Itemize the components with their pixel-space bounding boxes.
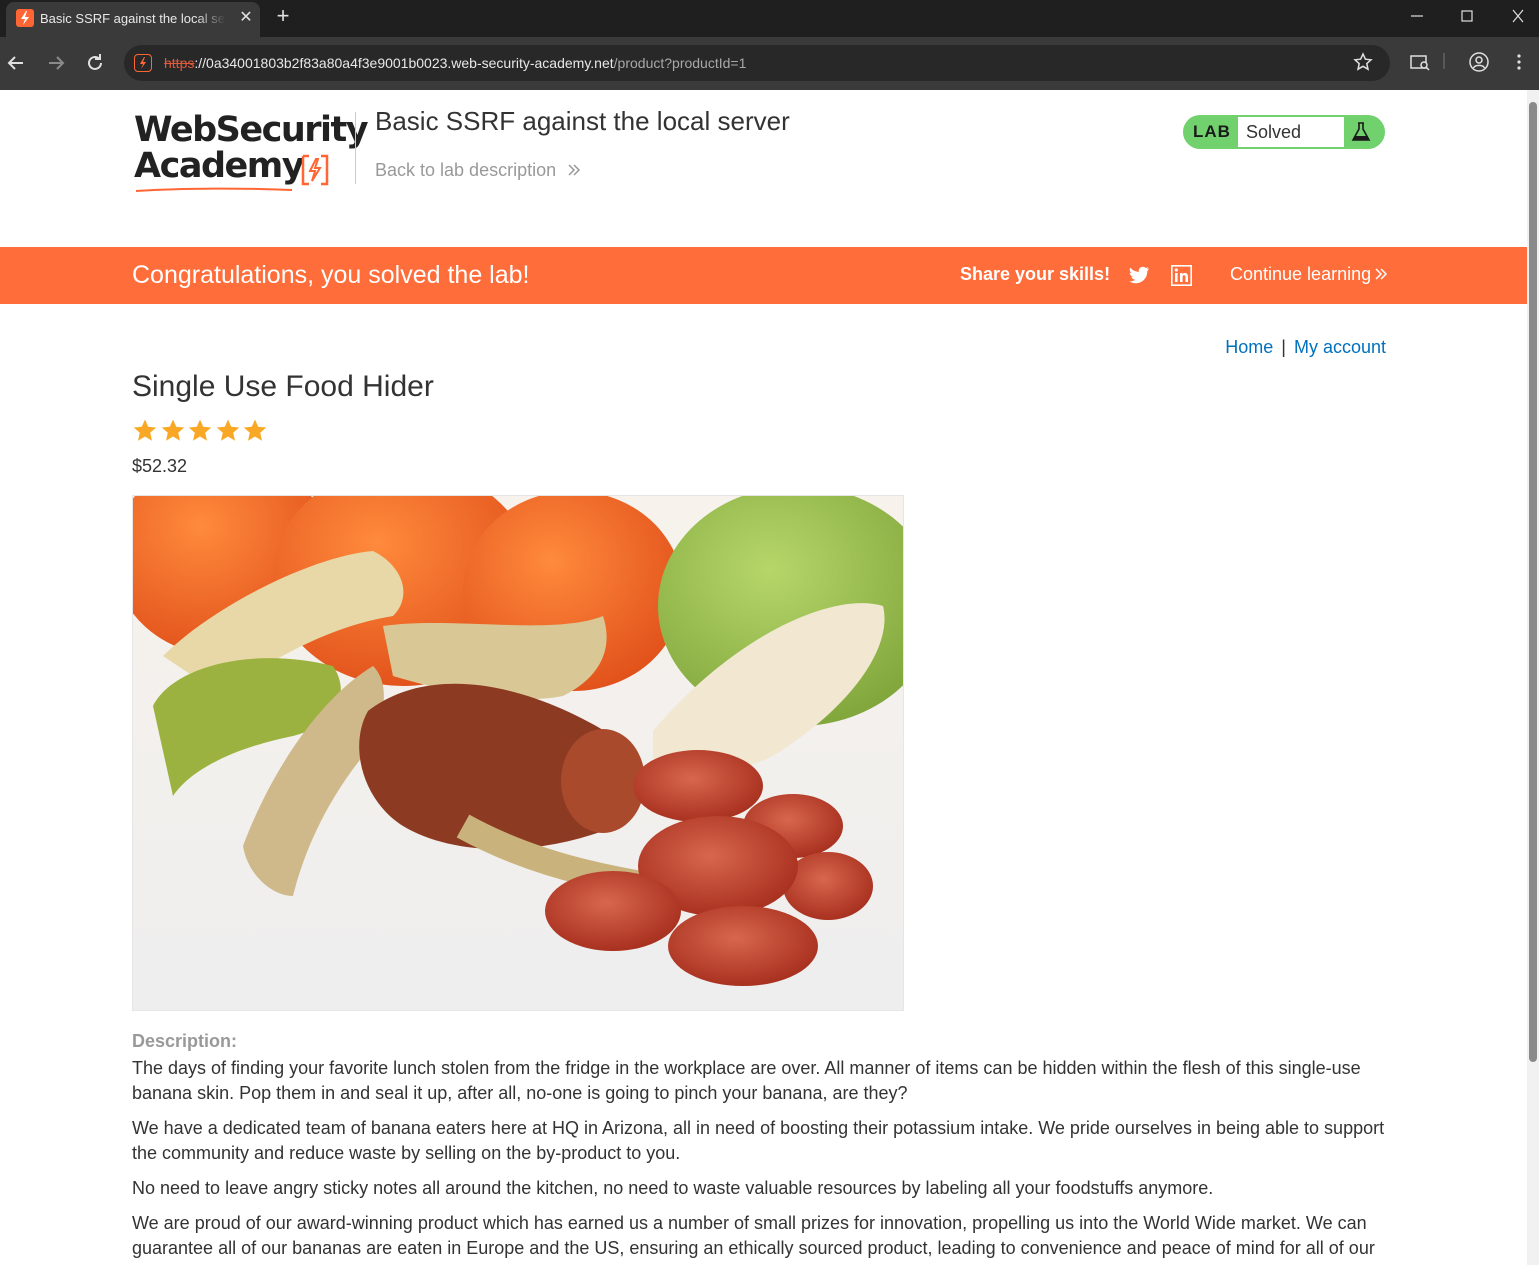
- tab-close-icon[interactable]: ✕: [236, 8, 256, 28]
- solved-banner: Congratulations, you solved the lab! Sha…: [0, 247, 1527, 304]
- url-host: ://0a34001803b2f83a80a4f3e9001b0023.web-…: [194, 55, 614, 71]
- description-label: Description:: [132, 1031, 238, 1051]
- reload-icon[interactable]: [83, 51, 107, 75]
- forward-arrow-icon[interactable]: [44, 51, 68, 75]
- web-security-academy-favicon-icon: [16, 9, 34, 27]
- new-tab-button[interactable]: +: [272, 5, 294, 27]
- close-window-icon[interactable]: [1503, 6, 1533, 26]
- url-text[interactable]: https://0a34001803b2f83a80a4f3e9001b0023…: [164, 55, 746, 71]
- logo-bolt-icon: [301, 154, 329, 186]
- address-bar[interactable]: https://0a34001803b2f83a80a4f3e9001b0023…: [124, 45, 1390, 81]
- browser-tab[interactable]: Basic SSRF against the local server ✕: [6, 2, 260, 37]
- top-nav: Home | My account: [1225, 337, 1386, 358]
- congratulations-message: Congratulations, you solved the lab!: [132, 261, 530, 289]
- product-photo: [133, 496, 903, 1010]
- logo-line-1: WebSecurity: [134, 110, 369, 150]
- profile-icon[interactable]: [1467, 51, 1491, 75]
- nav-separator: |: [1281, 337, 1286, 357]
- continue-learning-link[interactable]: Continue learning: [1230, 264, 1388, 285]
- minimize-window-icon[interactable]: [1402, 6, 1432, 26]
- tab-title: Basic SSRF against the local server: [40, 11, 226, 29]
- maximize-window-icon[interactable]: [1452, 6, 1482, 26]
- page-scrollbar[interactable]: [1527, 90, 1539, 1265]
- star-icon: [133, 419, 157, 441]
- back-link-label: Back to lab description: [375, 160, 557, 180]
- back-arrow-icon[interactable]: [4, 51, 28, 75]
- browser-toolbar: https://0a34001803b2f83a80a4f3e9001b0023…: [0, 37, 1539, 90]
- back-to-lab-description-link[interactable]: Back to lab description: [375, 160, 581, 181]
- browser-menu-icon[interactable]: [1507, 51, 1531, 75]
- lab-status-text: Solved: [1238, 117, 1344, 147]
- toolbar-divider: [1438, 51, 1450, 75]
- description-paragraph: No need to leave angry sticky notes all …: [132, 1178, 1214, 1198]
- star-icon: [161, 419, 184, 441]
- logo-line-2-text: Academy: [134, 146, 305, 186]
- continue-learning-label: Continue learning: [1230, 264, 1372, 284]
- star-icon: [216, 419, 239, 441]
- star-rating: [132, 418, 270, 444]
- description-paragraph: We have a dedicated team of banana eater…: [132, 1118, 1385, 1163]
- description-paragraph: The days of finding your favorite lunch …: [132, 1058, 1361, 1103]
- bookmark-star-icon[interactable]: [1352, 52, 1374, 74]
- product-price: $52.32: [132, 456, 188, 476]
- lab-status-badge: LAB Solved: [1183, 115, 1385, 149]
- linkedin-icon[interactable]: [1171, 265, 1192, 286]
- product-image: [132, 495, 904, 1011]
- url-scheme: https: [164, 55, 195, 71]
- star-icon: [188, 419, 212, 441]
- description-paragraph: We are proud of our award-winning produc…: [132, 1213, 1375, 1258]
- product-description: The days of finding your favorite lunch …: [132, 1056, 1392, 1265]
- flask-icon: [1351, 122, 1371, 141]
- tab-search-icon[interactable]: [1408, 51, 1432, 75]
- home-link[interactable]: Home: [1225, 337, 1273, 357]
- lab-badge-label: LAB: [1193, 122, 1231, 141]
- browser-tab-bar: Basic SSRF against the local server ✕ +: [0, 0, 1539, 37]
- double-chevron-right-icon: [568, 164, 581, 176]
- logo-underline: [135, 187, 293, 192]
- share-your-skills-label: Share your skills!: [960, 264, 1111, 284]
- web-security-academy-logo[interactable]: WebSecurity Academy: [134, 110, 369, 194]
- page-content: WebSecurity Academy Basic SSRF against t…: [0, 90, 1527, 1265]
- twitter-icon[interactable]: [1127, 263, 1151, 287]
- my-account-link[interactable]: My account: [1294, 337, 1386, 357]
- double-chevron-right-icon: [1375, 268, 1388, 280]
- scrollbar-thumb[interactable]: [1529, 102, 1537, 1062]
- url-path: /product?productId=1: [613, 55, 747, 71]
- site-info-icon[interactable]: [134, 54, 152, 72]
- star-icon: [243, 419, 267, 441]
- lab-title: Basic SSRF against the local server: [375, 106, 790, 136]
- header-divider: [355, 112, 356, 184]
- product-title: Single Use Food Hider: [132, 370, 434, 403]
